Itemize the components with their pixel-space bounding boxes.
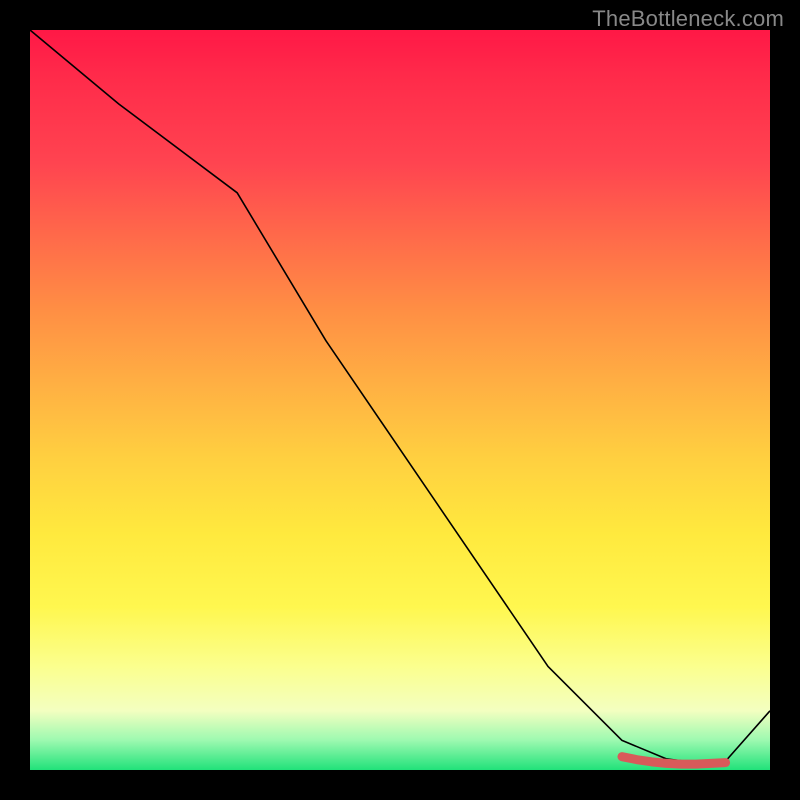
watermark-text: TheBottleneck.com [592,6,784,32]
chart-frame: TheBottleneck.com [0,0,800,800]
main-curve [30,30,770,763]
plot-area [30,30,770,770]
marker-band [622,757,726,764]
chart-overlay [30,30,770,770]
